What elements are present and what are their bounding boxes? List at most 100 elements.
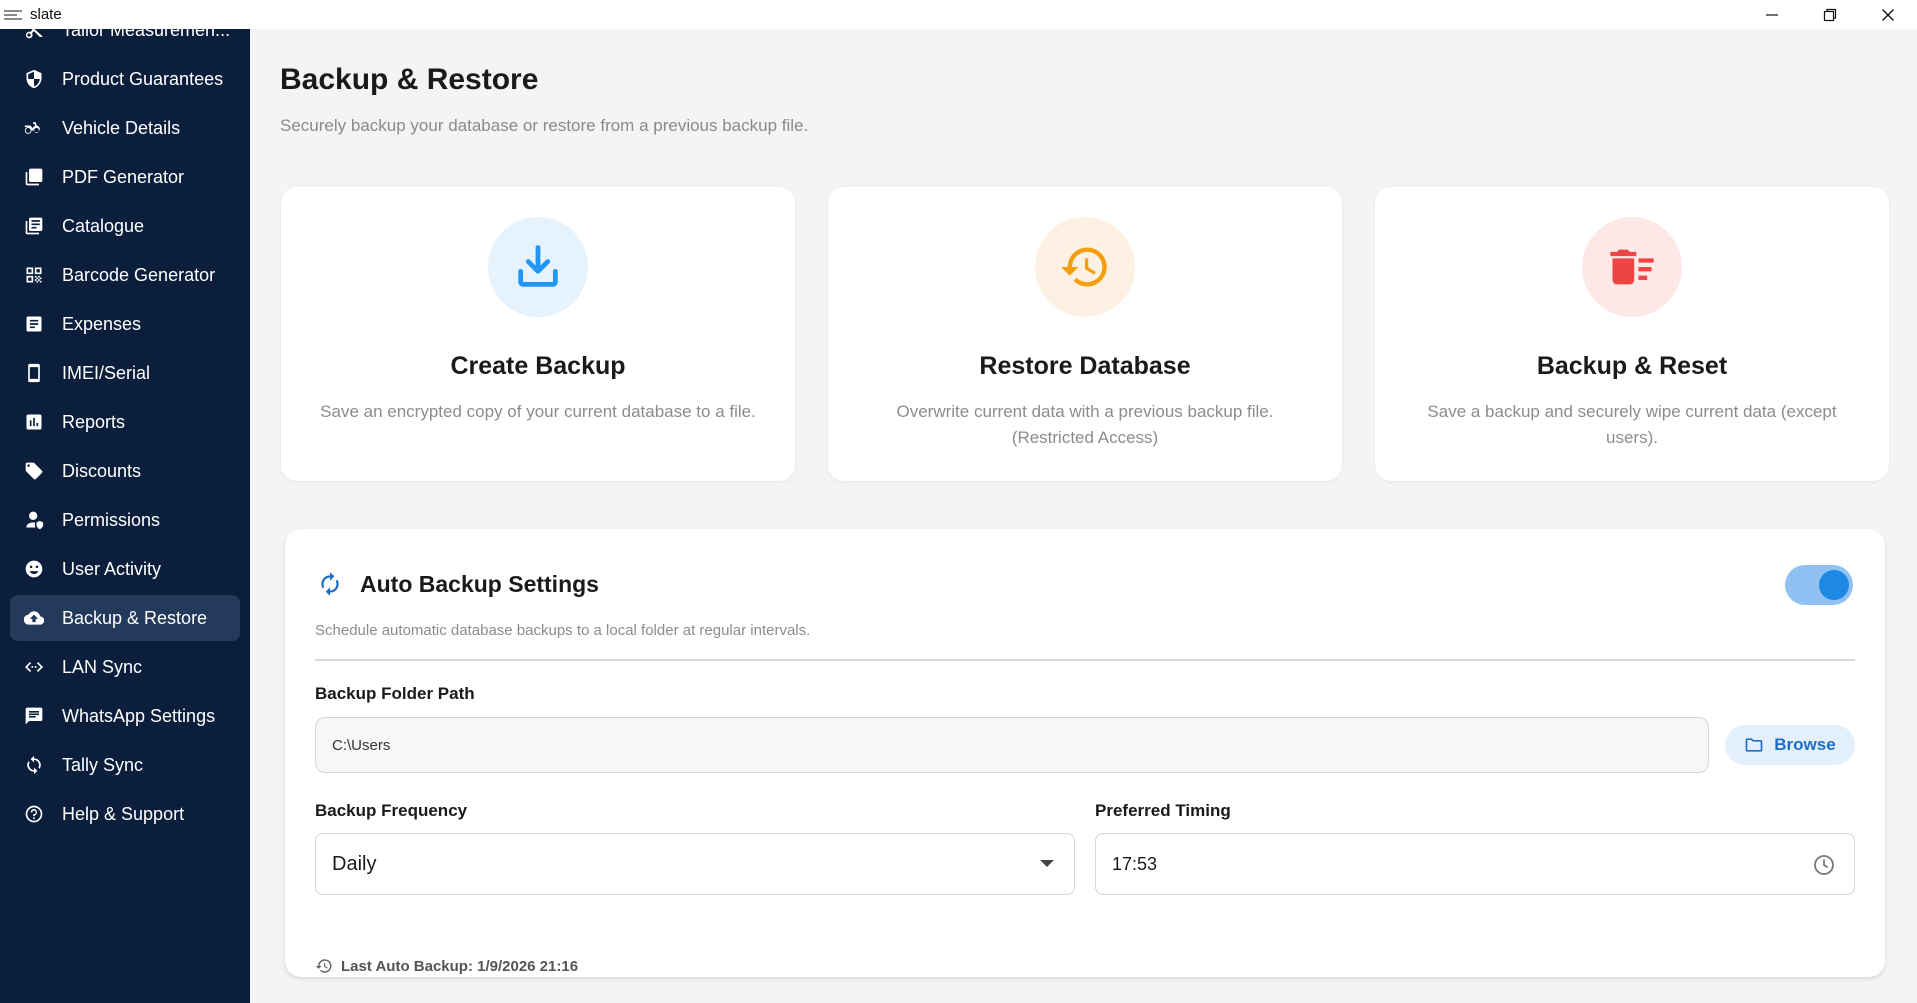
maximize-button[interactable]: [1801, 0, 1859, 29]
sidebar-item-label: PDF Generator: [62, 166, 185, 187]
sidebar-item-imei-serial[interactable]: IMEI/Serial: [10, 350, 240, 396]
card-icon-circle: [1035, 217, 1135, 317]
sidebar-item-tally-sync[interactable]: Tally Sync: [10, 742, 240, 788]
cloud-upload-icon: [24, 608, 44, 628]
sidebar-item-label: Expenses: [62, 313, 142, 334]
toggle-knob: [1819, 570, 1849, 600]
card-description: Overwrite current data with a previous b…: [896, 402, 1274, 447]
frequency-value: Daily: [332, 852, 377, 875]
browse-label: Browse: [1774, 735, 1836, 754]
sidebar-item-catalogue[interactable]: Catalogue: [10, 203, 240, 249]
page-title: Backup & Restore: [280, 63, 539, 96]
timing-value: 17:53: [1112, 853, 1158, 874]
sidebar-item-label: Backup & Restore: [62, 607, 208, 628]
tag-icon: [24, 461, 44, 481]
sync-icon: [321, 572, 339, 596]
browse-button[interactable]: Browse: [1725, 725, 1855, 765]
auto-backup-title: Auto Backup Settings: [360, 571, 599, 597]
user-shield-icon: [24, 510, 44, 530]
sidebar-item-reports[interactable]: Reports: [10, 399, 240, 445]
backup-reset-card[interactable]: Backup & Reset Save a backup and securel…: [1375, 187, 1889, 481]
download-icon: [518, 245, 558, 287]
last-backup-info: Last Auto Backup: 1/9/2026 21:16: [315, 957, 578, 975]
receipt-icon: [24, 314, 44, 334]
title-bar: slate: [0, 0, 1917, 29]
timing-label: Preferred Timing: [1095, 801, 1231, 820]
timing-input[interactable]: 17:53: [1095, 833, 1855, 895]
card-title: Restore Database: [979, 352, 1191, 380]
clock-icon[interactable]: [1812, 853, 1836, 877]
sidebar-item-label: Product Guarantees: [62, 68, 224, 89]
sidebar-item-label: Reports: [62, 411, 126, 432]
auto-backup-panel: Auto Backup Settings Schedule automatic …: [285, 529, 1885, 977]
sidebar-item-label: Tailor Measuremen...: [62, 29, 231, 40]
shield-icon: [24, 69, 44, 89]
history-icon: [1061, 247, 1107, 287]
sidebar-item-label: Help & Support: [62, 803, 185, 824]
qr-code-icon: [24, 265, 44, 285]
bar-chart-icon: [24, 412, 44, 432]
sidebar-item-discounts[interactable]: Discounts: [10, 448, 240, 494]
sidebar-item-backup-restore[interactable]: Backup & Restore: [10, 595, 240, 641]
sidebar-item-vehicle-details[interactable]: Vehicle Details: [10, 105, 240, 151]
main-content: Backup & Restore Securely backup your da…: [250, 29, 1917, 1003]
sidebar-item-label: LAN Sync: [62, 656, 143, 677]
sidebar-item-label: Discounts: [62, 460, 142, 481]
scissors-icon: [24, 29, 44, 40]
sidebar-item-label: Catalogue: [62, 215, 145, 236]
sidebar-item-product-guarantees[interactable]: Product Guarantees: [10, 56, 240, 102]
sidebar-item-label: Tally Sync: [62, 754, 144, 775]
divider: [315, 659, 1855, 661]
chevron-down-icon: [1040, 860, 1054, 867]
auto-backup-description: Schedule automatic database backups to a…: [315, 622, 811, 639]
card-icon-circle: [488, 217, 588, 317]
sidebar-item-pdf-generator[interactable]: PDF Generator: [10, 154, 240, 200]
sidebar-item-barcode-generator[interactable]: Barcode Generator: [10, 252, 240, 298]
sidebar-item-lan-sync[interactable]: LAN Sync: [10, 644, 240, 690]
message-icon: [24, 706, 44, 726]
sidebar-item-label: WhatsApp Settings: [62, 705, 216, 726]
card-description: Save an encrypted copy of your current d…: [320, 402, 756, 421]
face-icon: [24, 559, 44, 579]
sidebar-item-user-activity[interactable]: User Activity: [10, 546, 240, 592]
sidebar-item-label: Barcode Generator: [62, 264, 216, 285]
auto-backup-toggle[interactable]: [1785, 565, 1853, 605]
motorcycle-icon: [24, 118, 44, 138]
card-title: Create Backup: [450, 352, 626, 380]
minimize-button[interactable]: [1743, 0, 1801, 29]
code-arrows-icon: [24, 657, 44, 677]
folder-path-label: Backup Folder Path: [315, 684, 475, 703]
page-subtitle: Securely backup your database or restore…: [280, 116, 809, 135]
sidebar-item-label: User Activity: [62, 558, 162, 579]
close-button[interactable]: [1859, 0, 1917, 29]
card-description: Save a backup and securely wipe current …: [1427, 402, 1837, 447]
sidebar-item-permissions[interactable]: Permissions: [10, 497, 240, 543]
sidebar-item-expenses[interactable]: Expenses: [10, 301, 240, 347]
sidebar-item-label: IMEI/Serial: [62, 362, 151, 383]
last-backup-text: Last Auto Backup: 1/9/2026 21:16: [341, 957, 579, 975]
sidebar-item-whatsapp-settings[interactable]: WhatsApp Settings: [10, 693, 240, 739]
card-icon-circle: [1582, 217, 1682, 317]
create-backup-card[interactable]: Create Backup Save an encrypted copy of …: [281, 187, 795, 481]
frequency-select[interactable]: Daily: [315, 833, 1075, 895]
sidebar: Tailor Measuremen... Product Guarantees …: [0, 29, 250, 1003]
pdf-icon: [24, 167, 44, 187]
sidebar-item-label: Permissions: [62, 509, 161, 530]
history-icon: [315, 959, 332, 973]
frequency-label: Backup Frequency: [315, 801, 468, 820]
restore-database-card[interactable]: Restore Database Overwrite current data …: [828, 187, 1342, 481]
sync-icon: [24, 755, 44, 775]
restore-icon: [1823, 8, 1837, 21]
folder-path-input[interactable]: C:\Users: [315, 717, 1709, 773]
sidebar-item-help-support[interactable]: Help & Support: [10, 791, 240, 837]
phone-icon: [24, 363, 44, 383]
sidebar-item-tailor-measurements[interactable]: Tailor Measuremen...: [10, 29, 240, 53]
catalogue-icon: [24, 216, 44, 236]
sidebar-item-label: Vehicle Details: [62, 117, 181, 138]
folder-icon: [1745, 738, 1763, 752]
window-controls: [1743, 0, 1917, 29]
minimize-icon: [1766, 13, 1778, 16]
card-title: Backup & Reset: [1536, 352, 1728, 380]
delete-sweep-icon: [1610, 249, 1654, 285]
app-logo-icon: [4, 9, 22, 20]
